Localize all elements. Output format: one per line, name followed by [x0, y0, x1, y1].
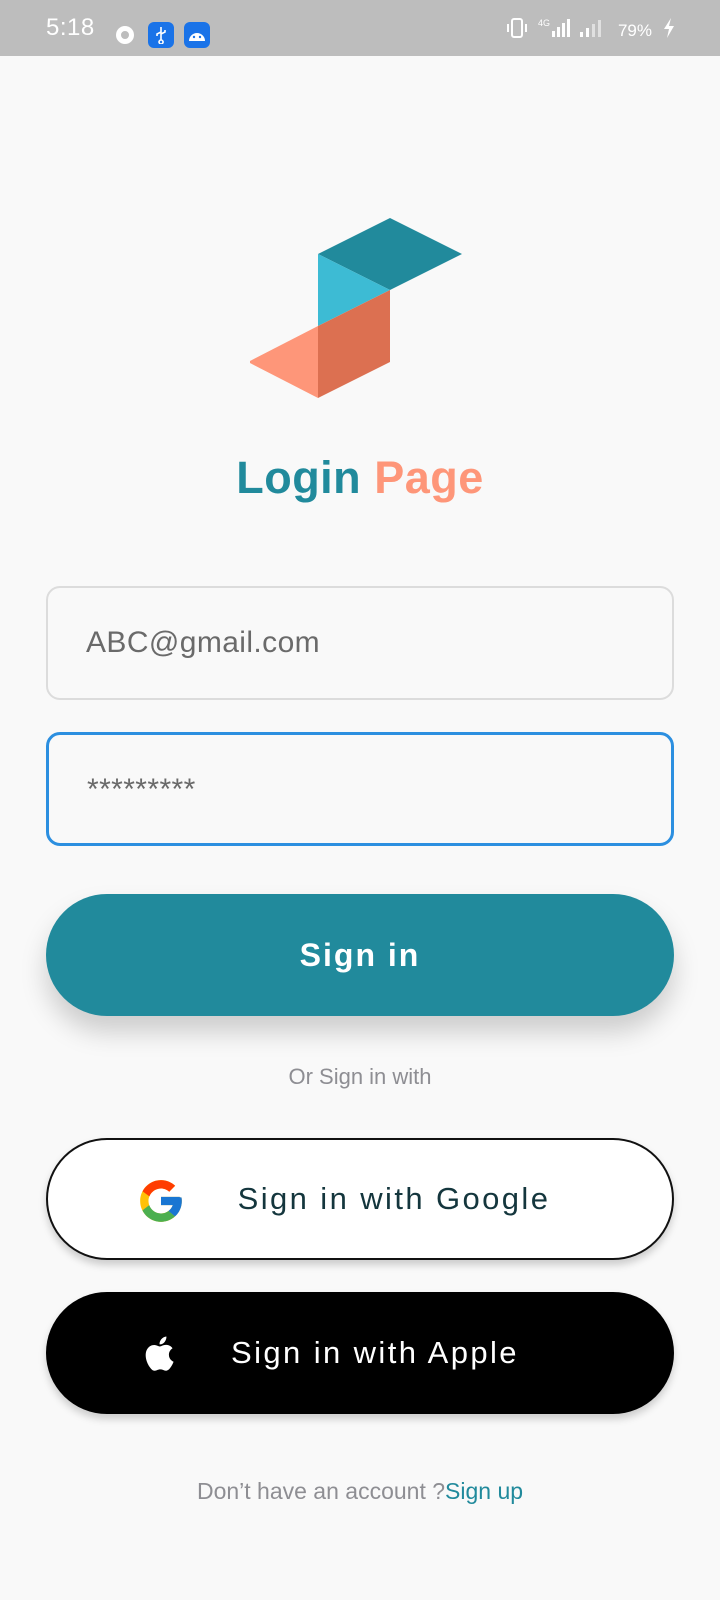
sign-in-button-label: Sign in: [299, 936, 421, 973]
vibrate-icon: [506, 17, 528, 44]
battery-percentage: 79%: [617, 20, 652, 40]
email-field[interactable]: ABC@gmail.com: [46, 586, 674, 700]
google-signin-button[interactable]: Sign in with Google: [46, 1138, 674, 1260]
page-title-login: Login: [236, 452, 362, 503]
signup-prompt: Don’t have an account ?Sign up: [0, 1478, 720, 1505]
network-type-label: 4G: [538, 18, 550, 28]
signal-icon: 4G: [538, 17, 608, 44]
sign-up-link[interactable]: Sign up: [445, 1478, 523, 1504]
apple-signin-label: Sign in with Apple: [231, 1335, 519, 1370]
battery-charging-icon: [662, 17, 676, 44]
alternate-signin-label: Or Sign in with: [288, 1064, 432, 1089]
settings-notification-icon: [112, 22, 138, 48]
android-icon: [184, 22, 210, 48]
status-system-icons: 4G 79%: [506, 17, 676, 44]
google-signin-label: Sign in with Google: [237, 1181, 551, 1216]
password-field[interactable]: *********: [46, 732, 674, 846]
logo-bottom-face: [250, 326, 318, 398]
apple-signin-button[interactable]: Sign in with Apple: [46, 1292, 674, 1414]
usb-icon: [148, 22, 174, 48]
signup-prompt-text: Don’t have an account ?: [196, 1478, 446, 1504]
status-time: 5:18: [46, 14, 95, 41]
status-bar: 5:18 4G 79%: [0, 0, 720, 56]
sign-in-button[interactable]: Sign in: [46, 894, 674, 1016]
page-title: Login Page: [0, 452, 720, 504]
status-notifications: [112, 22, 210, 48]
app-logo: [250, 218, 462, 398]
page-title-page: Page: [374, 452, 484, 503]
